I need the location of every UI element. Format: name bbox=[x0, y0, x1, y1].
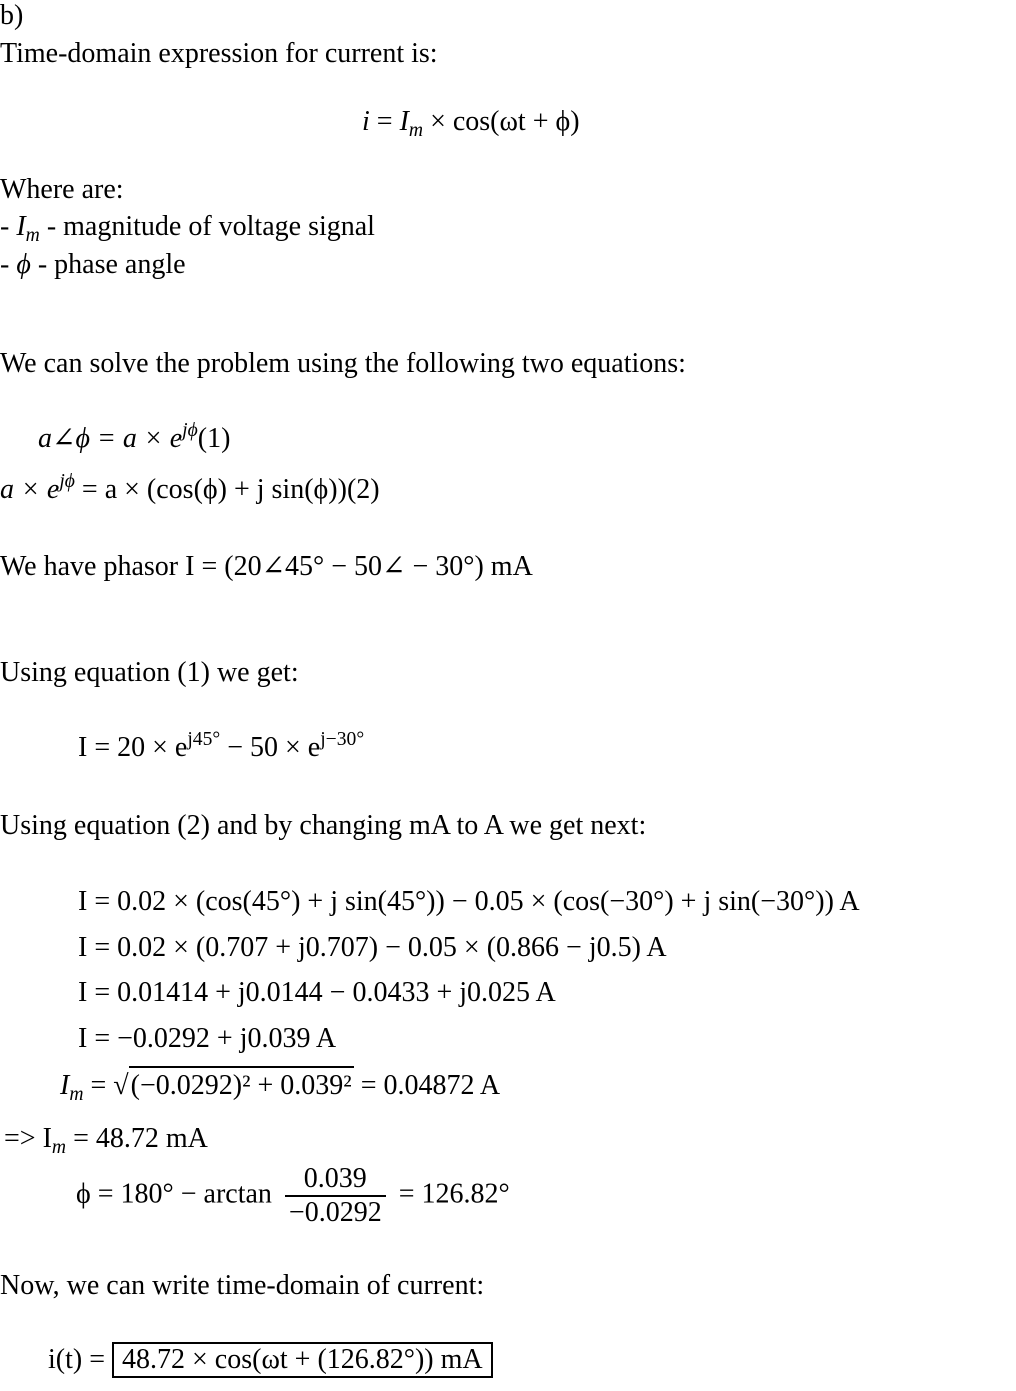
eq2-tag: (2) bbox=[346, 474, 380, 505]
intro-text: Time-domain expression for current is: bbox=[0, 38, 438, 69]
exp-part1: I = 20 × e bbox=[78, 732, 188, 763]
step-2: I = 0.02 × (0.707 + j0.707) − 0.05 × (0.… bbox=[78, 932, 667, 963]
solve-text: We can solve the problem using the follo… bbox=[0, 348, 686, 379]
def-prefix: - bbox=[0, 249, 17, 280]
formula-rest: × cos(ωt + ϕ) bbox=[423, 106, 580, 137]
def-symbol: I bbox=[16, 211, 26, 242]
phasor-text: We have phasor bbox=[0, 551, 186, 582]
phasor-expression: I = (20∠45° − 50∠ − 30°) mA bbox=[185, 551, 533, 582]
def-text: - phase angle bbox=[30, 249, 186, 280]
using-eq2-text: Using equation (2) and by changing mA to… bbox=[0, 810, 647, 841]
definition-magnitude: - Im - magnitude of voltage signal bbox=[0, 211, 375, 246]
radicand: (−0.0292)² + 0.039² bbox=[128, 1066, 354, 1101]
mag-sub: m bbox=[69, 1083, 84, 1105]
step-1: I = 0.02 × (cos(45°) + j sin(45°)) − 0.0… bbox=[78, 886, 860, 917]
fraction-denominator: −0.0292 bbox=[288, 1197, 382, 1228]
mag-lhs: I bbox=[60, 1070, 70, 1101]
formula-lhs: i bbox=[362, 106, 370, 137]
magnitude-ma-line: => Im = 48.72 mA bbox=[4, 1123, 208, 1158]
step-4: I = −0.0292 + j0.039 A bbox=[78, 1023, 337, 1054]
phasor-line: We have phasor I = (20∠45° − 50∠ − 30°) … bbox=[0, 553, 533, 581]
eq1-body: a∠ϕ = a × e bbox=[38, 423, 183, 454]
where-heading: Where are: bbox=[0, 174, 124, 205]
def-prefix: - bbox=[0, 211, 17, 242]
formula-im: I bbox=[399, 106, 409, 137]
part-label: b) bbox=[0, 0, 24, 31]
exp-sup1: j45° bbox=[187, 729, 221, 751]
eq2-exp: jϕ bbox=[59, 471, 75, 493]
mag-result: = 0.04872 A bbox=[353, 1070, 501, 1101]
final-lhs: i(t) = bbox=[48, 1344, 112, 1375]
conclusion-text: Now, we can write time-domain of current… bbox=[0, 1270, 485, 1301]
sqrt-expression: √(−0.0292)² + 0.039² bbox=[113, 1066, 354, 1101]
phase-line: ϕ = 180° − arctan 0.039 −0.0292 = 126.82… bbox=[76, 1165, 510, 1227]
fraction-numerator: 0.039 bbox=[284, 1165, 386, 1197]
eq2-rhs: = a × (cos(ϕ) + j sin(ϕ)) bbox=[74, 474, 347, 505]
def-text: - magnitude of voltage signal bbox=[39, 211, 375, 242]
phase-result: = 126.82° bbox=[398, 1178, 510, 1210]
mag-ma-rest: = 48.72 mA bbox=[66, 1123, 208, 1154]
formula-im-sub: m bbox=[408, 119, 424, 141]
equation-1: a∠ϕ = a × ejϕ(1) bbox=[38, 421, 231, 454]
eq1-exp: jϕ bbox=[182, 420, 198, 442]
magnitude-line: Im = √(−0.0292)² + 0.039² = 0.04872 A bbox=[60, 1066, 501, 1104]
final-boxed-answer: 48.72 × cos(ωt + (126.82°)) mA bbox=[112, 1342, 493, 1378]
def-sub: m bbox=[25, 224, 40, 246]
exp-part2: − 50 × e bbox=[220, 732, 321, 763]
equation-2: a × ejϕ = a × (cos(ϕ) + j sin(ϕ))(2) bbox=[0, 472, 380, 505]
step-3: I = 0.01414 + j0.0144 − 0.0433 + j0.025 … bbox=[78, 977, 556, 1008]
def-symbol: ϕ bbox=[16, 249, 31, 280]
main-formula: i = Im × cos(ωt + ϕ) bbox=[362, 106, 580, 141]
phase-fraction: 0.039 −0.0292 bbox=[284, 1165, 386, 1228]
eq1-tag: (1) bbox=[197, 423, 231, 454]
eq2-lhs: a × e bbox=[0, 474, 60, 505]
mag-ma-sub: m bbox=[51, 1136, 67, 1158]
exp-sup2: j−30° bbox=[320, 729, 365, 751]
phase-lhs: ϕ = 180° − arctan bbox=[76, 1178, 272, 1210]
exponential-form: I = 20 × ej45° − 50 × ej−30° bbox=[78, 730, 364, 763]
mag-ma-prefix: => I bbox=[4, 1123, 52, 1154]
definition-phase: - ϕ - phase angle bbox=[0, 251, 186, 279]
final-answer: i(t) = 48.72 × cos(ωt + (126.82°)) mA bbox=[48, 1342, 493, 1378]
using-eq1-text: Using equation (1) we get: bbox=[0, 657, 299, 688]
